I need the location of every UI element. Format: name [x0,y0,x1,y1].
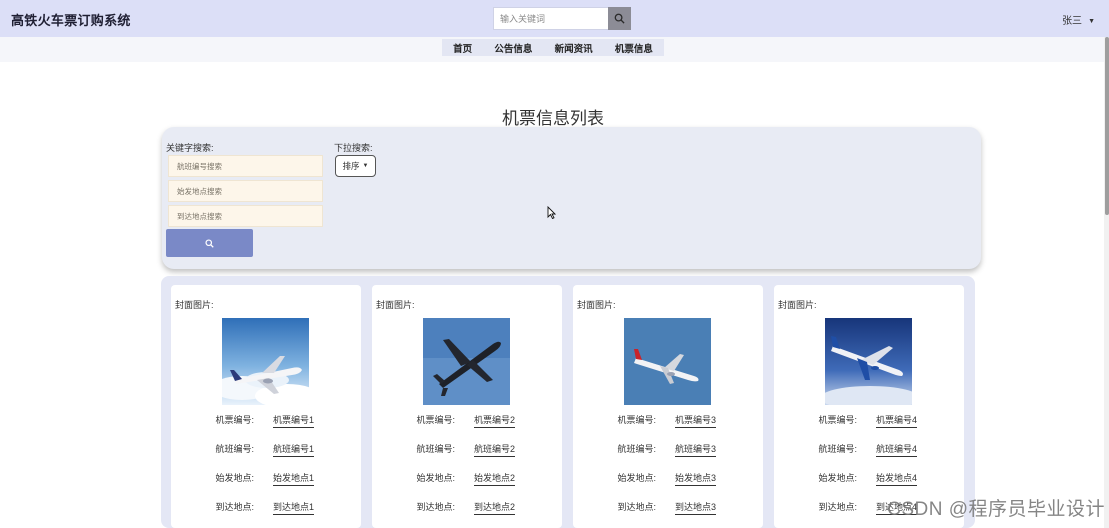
flight-no-value[interactable]: 航班编号2 [474,442,516,457]
scrollbar-thumb[interactable] [1105,37,1109,215]
cover-label: 封面图片: [577,300,616,310]
origin-value[interactable]: 始发地点2 [474,471,516,486]
ticket-no-key: 机票编号: [617,415,656,425]
destination-row: 到达地点: 到达地点3 [573,500,763,515]
ticket-card[interactable]: 封面图片: 机票编号: 机票编号2 航班编号: 航班编号2 始发地点: 始发地点… [372,285,562,528]
destination-key: 到达地点: [818,502,857,512]
watermark: CSDN @程序员毕业设计 [887,499,1105,520]
dropdown-search-label: 下拉搜索: [334,143,373,153]
ticket-no-key: 机票编号: [818,415,857,425]
flight-no-value[interactable]: 航班编号1 [273,442,315,457]
flight-no-row: 航班编号: 航班编号1 [171,442,361,457]
origin-value[interactable]: 始发地点4 [876,471,918,486]
page-title: 机票信息列表 [502,109,604,128]
ticket-card[interactable]: 封面图片: 机票编号: 机票编号4 航班编号: 航班编号4 始发地点: 始发地点… [774,285,964,528]
header-search-input[interactable] [493,7,608,30]
ticket-no-key: 机票编号: [215,415,254,425]
keyword-search-label: 关键字搜索: [166,143,214,153]
origin-row: 始发地点: 始发地点2 [372,471,562,486]
flight-no-key: 航班编号: [215,444,254,454]
main-nav: 首页 公告信息 新闻资讯 机票信息 [442,39,664,56]
destination-key: 到达地点: [416,502,455,512]
mouse-cursor-icon [547,206,556,219]
ticket-no-value[interactable]: 机票编号2 [474,413,516,428]
user-menu[interactable]: 张三 ▼ [1062,12,1095,27]
origin-key: 始发地点: [416,473,455,483]
cover-label: 封面图片: [778,300,817,310]
cover-image[interactable] [423,318,510,405]
header-search-button[interactable] [608,7,631,30]
search-icon [614,13,625,24]
ticket-no-value[interactable]: 机票编号3 [675,413,717,428]
origin-row: 始发地点: 始发地点4 [774,471,964,486]
top-bar: 高铁火车票订购系统 张三 ▼ [0,0,1109,37]
caret-down-icon: ▼ [1088,18,1095,25]
nav-item-tickets[interactable]: 机票信息 [615,41,653,55]
flight-no-key: 航班编号: [416,444,455,454]
flight-no-row: 航班编号: 航班编号2 [372,442,562,457]
page-scrollbar[interactable] [1104,37,1109,528]
ticket-card[interactable]: 封面图片: 机票编号: 机票编号1 航班编号: 航班编号1 始发地点: 始发地点… [171,285,361,528]
origin-search-input[interactable] [168,180,323,202]
caret-down-icon: ▼ [362,163,369,169]
ticket-no-row: 机票编号: 机票编号3 [573,413,763,428]
flight-no-value[interactable]: 航班编号4 [876,442,918,457]
ticket-card[interactable]: 封面图片: 机票编号: 机票编号3 航班编号: 航班编号3 始发地点: 始发地点… [573,285,763,528]
ticket-no-key: 机票编号: [416,415,455,425]
filter-panel: 关键字搜索: 下拉搜索: 排序▼ [162,127,981,269]
origin-row: 始发地点: 始发地点1 [171,471,361,486]
header-search [493,7,631,30]
ticket-no-value[interactable]: 机票编号1 [273,413,315,428]
site-title[interactable]: 高铁火车票订购系统 [11,10,131,29]
destination-search-input[interactable] [168,205,323,227]
ticket-no-value[interactable]: 机票编号4 [876,413,918,428]
destination-key: 到达地点: [617,502,656,512]
ticket-no-row: 机票编号: 机票编号4 [774,413,964,428]
origin-key: 始发地点: [818,473,857,483]
origin-value[interactable]: 始发地点3 [675,471,717,486]
nav-item-home[interactable]: 首页 [453,41,472,55]
flight-no-key: 航班编号: [617,444,656,454]
cover-label: 封面图片: [376,300,415,310]
origin-value[interactable]: 始发地点1 [273,471,315,486]
filter-search-button[interactable] [166,229,253,257]
sort-label: 排序 [342,161,360,171]
flight-no-row: 航班编号: 航班编号4 [774,442,964,457]
origin-key: 始发地点: [617,473,656,483]
sort-dropdown-button[interactable]: 排序 ▼ [335,155,376,177]
cover-image[interactable] [222,318,309,405]
cover-image[interactable] [624,318,711,405]
ticket-results: 封面图片: 机票编号: 机票编号1 航班编号: 航班编号1 始发地点: 始发地点… [161,276,975,528]
flight-no-value[interactable]: 航班编号3 [675,442,717,457]
flight-no-key: 航班编号: [818,444,857,454]
origin-key: 始发地点: [215,473,254,483]
search-icon [205,238,214,248]
destination-value[interactable]: 到达地点2 [474,500,516,515]
ticket-no-row: 机票编号: 机票编号1 [171,413,361,428]
destination-key: 到达地点: [215,502,254,512]
cover-label: 封面图片: [175,300,214,310]
nav-item-announcements[interactable]: 公告信息 [494,41,532,55]
flight-no-search-input[interactable] [168,155,323,177]
destination-value[interactable]: 到达地点1 [273,500,315,515]
flight-no-row: 航班编号: 航班编号3 [573,442,763,457]
ticket-no-row: 机票编号: 机票编号2 [372,413,562,428]
destination-row: 到达地点: 到达地点1 [171,500,361,515]
destination-value[interactable]: 到达地点3 [675,500,717,515]
nav-item-news[interactable]: 新闻资讯 [555,41,593,55]
user-name: 张三 [1062,16,1083,27]
origin-row: 始发地点: 始发地点3 [573,471,763,486]
destination-row: 到达地点: 到达地点2 [372,500,562,515]
cover-image[interactable] [825,318,912,405]
